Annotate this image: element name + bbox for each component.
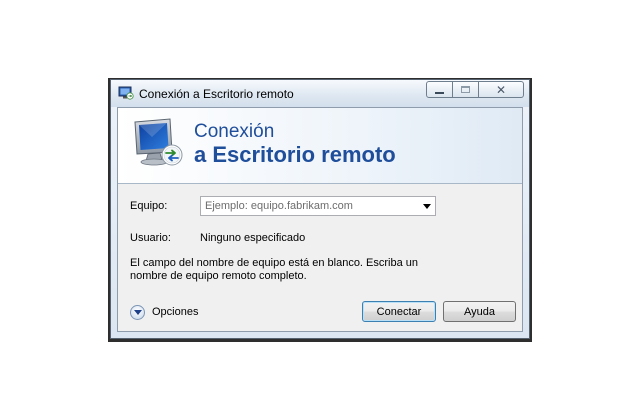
connect-button[interactable]: Conectar (362, 301, 436, 322)
remote-desktop-dialog: Conexión a Escritorio remoto ✕ Conexión … (110, 79, 530, 339)
caption-buttons: ✕ (426, 81, 524, 99)
remote-desktop-monitor-icon (134, 118, 183, 166)
close-button[interactable]: ✕ (479, 81, 524, 98)
user-value: Ninguno especificado (200, 232, 306, 244)
computer-input[interactable] (201, 197, 415, 215)
options-toggle[interactable]: Opciones (130, 303, 198, 321)
banner-title-line1: Conexión (194, 121, 275, 142)
header-banner: Conexión a Escritorio remoto (118, 108, 522, 184)
minimize-button[interactable] (426, 81, 453, 98)
info-message: El campo del nombre de equipo está en bl… (130, 257, 419, 282)
options-label[interactable]: Opciones (152, 306, 198, 318)
user-label: Usuario: (130, 232, 171, 244)
maximize-icon (461, 86, 470, 93)
window-title: Conexión a Escritorio remoto (139, 87, 294, 101)
close-icon: ✕ (495, 82, 507, 97)
dialog-client-area: Conexión a Escritorio remoto Equipo: Usu… (117, 107, 523, 332)
title-bar[interactable]: Conexión a Escritorio remoto ✕ (111, 80, 529, 107)
dropdown-arrow-icon[interactable] (423, 204, 431, 209)
expand-chevron-icon[interactable] (130, 304, 145, 320)
computer-label: Equipo: (130, 200, 168, 212)
help-button[interactable]: Ayuda (443, 301, 516, 322)
maximize-button[interactable] (453, 81, 479, 98)
remote-desktop-icon (118, 86, 134, 100)
computer-combobox[interactable] (200, 196, 436, 216)
banner-title-line2: a Escritorio remoto (194, 142, 396, 167)
minimize-icon (435, 91, 444, 94)
